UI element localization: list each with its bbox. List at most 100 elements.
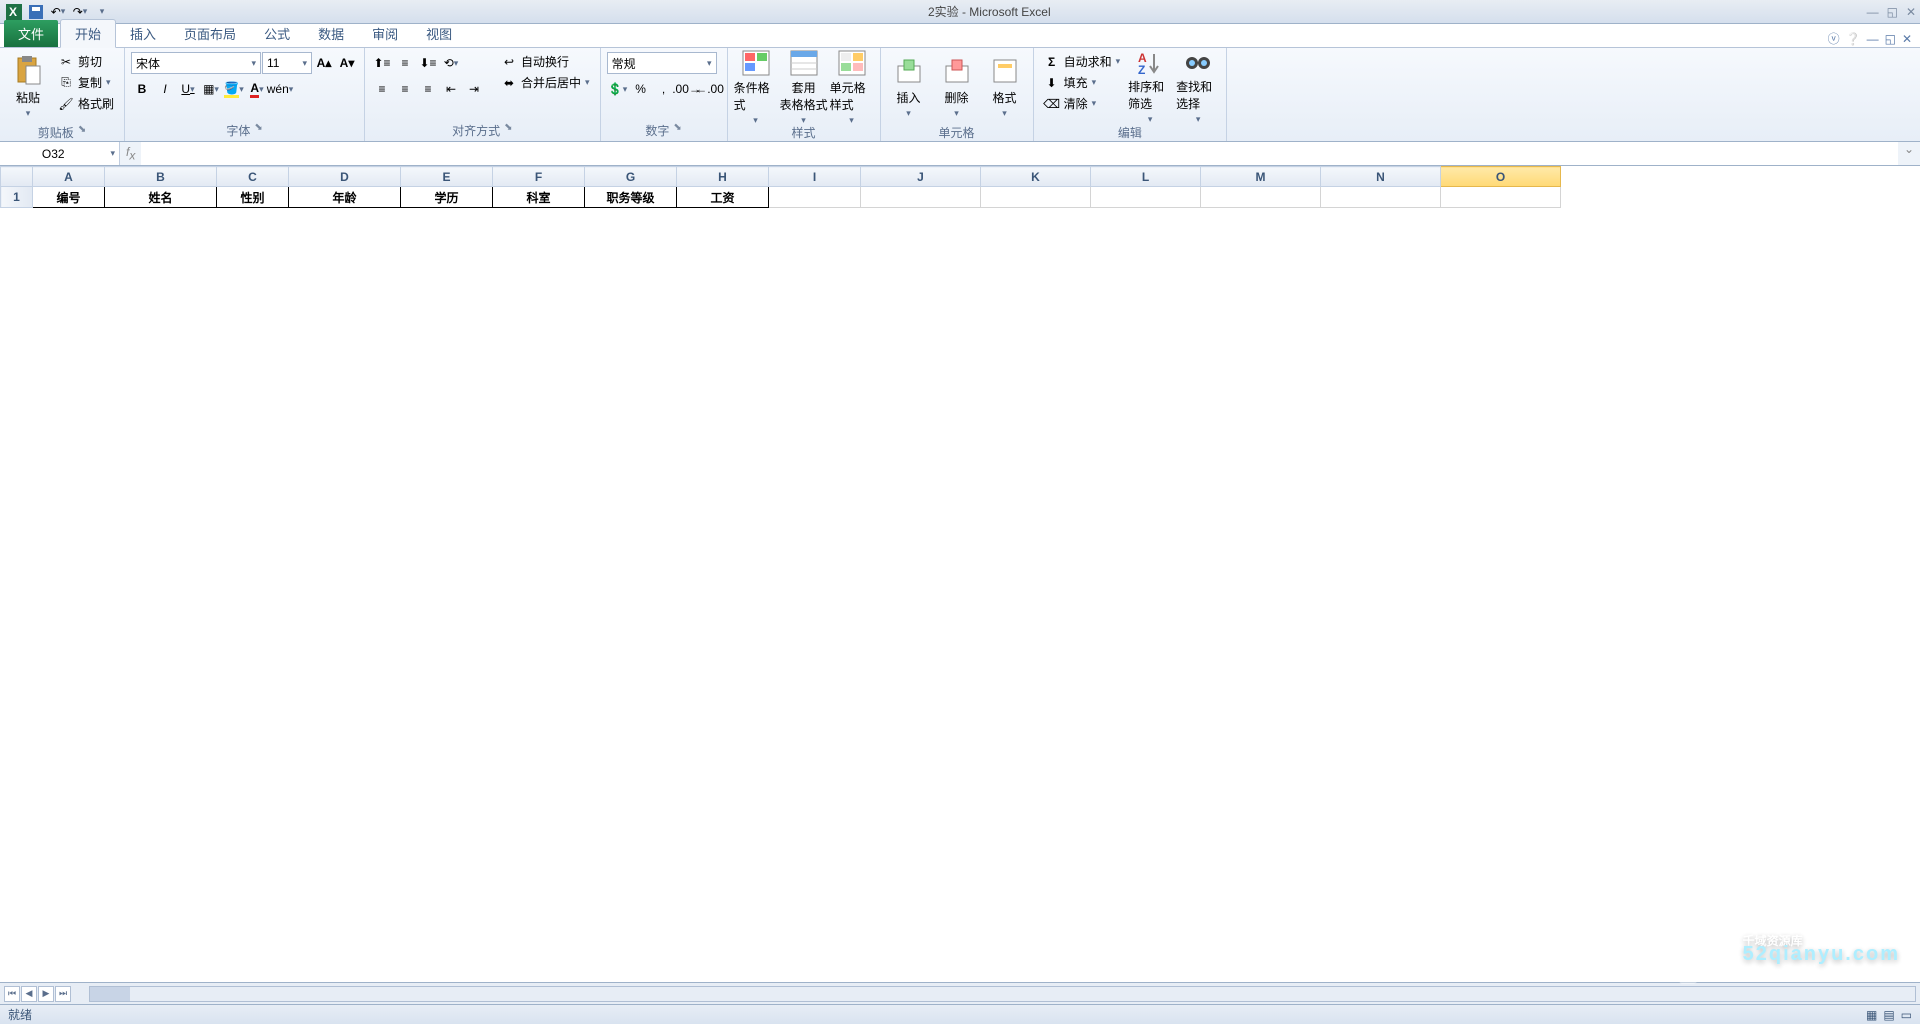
column-header[interactable]: J xyxy=(861,167,981,187)
sort-filter-button[interactable]: AZ排序和筛选▾ xyxy=(1128,52,1172,122)
currency-icon[interactable]: 💲▾ xyxy=(607,78,629,100)
column-header[interactable]: K xyxy=(981,167,1091,187)
font-launcher-icon[interactable]: ⬊ xyxy=(254,122,262,139)
copy-button[interactable]: ⎘复制▾ xyxy=(54,73,118,92)
indent-dec-icon[interactable]: ⇤ xyxy=(440,78,462,100)
column-header[interactable]: F xyxy=(493,167,585,187)
font-name-combo[interactable]: ▾ xyxy=(131,52,261,74)
tab-insert[interactable]: 插入 xyxy=(116,20,170,47)
delete-cells-button[interactable]: 删除▾ xyxy=(935,52,979,122)
cell[interactable] xyxy=(1201,187,1321,208)
font-color-button[interactable]: A▾ xyxy=(246,78,268,100)
column-header[interactable]: E xyxy=(401,167,493,187)
table-header-cell[interactable]: 学历 xyxy=(401,187,493,208)
table-header-cell[interactable]: 姓名 xyxy=(105,187,217,208)
align-left-icon[interactable]: ≡ xyxy=(371,78,393,100)
italic-button[interactable]: I xyxy=(154,78,176,100)
column-header[interactable]: B xyxy=(105,167,217,187)
restore-icon[interactable]: ◱ xyxy=(1887,5,1898,19)
tab-nav-prev-icon[interactable]: ◀ xyxy=(21,986,37,1002)
font-size-combo[interactable]: ▾ xyxy=(262,52,312,74)
align-middle-icon[interactable]: ≡ xyxy=(394,52,416,74)
worksheet-grid[interactable]: ABCDEFGHIJKLMNO 1编号姓名性别年龄学历科室职务等级工资 xyxy=(0,166,1920,982)
column-header[interactable]: L xyxy=(1091,167,1201,187)
zoom-controls[interactable]: ▦ ▤ ▭ xyxy=(1866,1008,1912,1022)
window-min-icon[interactable]: ― xyxy=(1867,32,1879,46)
column-header[interactable]: H xyxy=(677,167,769,187)
merge-center-button[interactable]: ⬌合并后居中▾ xyxy=(497,73,594,92)
autosum-button[interactable]: Σ自动求和▾ xyxy=(1040,52,1125,71)
border-button[interactable]: ▦▾ xyxy=(200,78,222,100)
select-all-corner[interactable] xyxy=(1,167,33,187)
tab-home[interactable]: 开始 xyxy=(60,19,116,48)
view-layout-icon[interactable]: ▤ xyxy=(1883,1008,1894,1022)
cell[interactable] xyxy=(981,187,1091,208)
view-pagebreak-icon[interactable]: ▭ xyxy=(1901,1008,1912,1022)
cell-styles-button[interactable]: 单元格样式▾ xyxy=(830,52,874,122)
table-header-cell[interactable]: 职务等级 xyxy=(585,187,677,208)
cell[interactable] xyxy=(1321,187,1441,208)
wrap-text-button[interactable]: ↩自动换行 xyxy=(497,52,594,71)
align-bottom-icon[interactable]: ⬇≡ xyxy=(417,52,439,74)
clear-button[interactable]: ⌫清除▾ xyxy=(1040,94,1125,113)
minimize-icon[interactable]: ― xyxy=(1867,5,1879,19)
align-launcher-icon[interactable]: ⬊ xyxy=(504,122,512,139)
grow-font-icon[interactable]: A▴ xyxy=(313,52,335,74)
window-restore-icon[interactable]: ◱ xyxy=(1885,32,1896,46)
underline-button[interactable]: U▾ xyxy=(177,78,199,100)
expand-formula-icon[interactable]: ⌄ xyxy=(1898,142,1920,165)
column-header[interactable]: D xyxy=(289,167,401,187)
cell[interactable] xyxy=(861,187,981,208)
format-table-button[interactable]: 套用 表格格式▾ xyxy=(782,52,826,122)
phonetic-button[interactable]: wén▾ xyxy=(269,78,291,100)
orientation-icon[interactable]: ⟲▾ xyxy=(440,52,462,74)
align-top-icon[interactable]: ⬆≡ xyxy=(371,52,393,74)
window-close-icon[interactable]: ✕ xyxy=(1902,32,1912,46)
column-header[interactable]: G xyxy=(585,167,677,187)
insert-cells-button[interactable]: 插入▾ xyxy=(887,52,931,122)
tab-layout[interactable]: 页面布局 xyxy=(170,20,250,47)
tab-nav-next-icon[interactable]: ▶ xyxy=(38,986,54,1002)
horizontal-scrollbar[interactable] xyxy=(89,986,1916,1002)
table-header-cell[interactable]: 工资 xyxy=(677,187,769,208)
conditional-format-button[interactable]: 条件格式▾ xyxy=(734,52,778,122)
tab-formula[interactable]: 公式 xyxy=(250,20,304,47)
clipboard-launcher-icon[interactable]: ⬊ xyxy=(78,124,86,141)
tab-review[interactable]: 审阅 xyxy=(358,20,412,47)
save-icon[interactable] xyxy=(26,2,46,22)
align-right-icon[interactable]: ≡ xyxy=(417,78,439,100)
shrink-font-icon[interactable]: A▾ xyxy=(336,52,358,74)
number-format-combo[interactable]: ▾ xyxy=(607,52,717,74)
table-header-cell[interactable]: 年龄 xyxy=(289,187,401,208)
fill-button[interactable]: ⬇填充▾ xyxy=(1040,73,1125,92)
table-header-cell[interactable]: 性别 xyxy=(217,187,289,208)
close-icon[interactable]: ✕ xyxy=(1906,5,1916,19)
cell[interactable] xyxy=(1091,187,1201,208)
ribbon-minimize-icon[interactable]: ⓥ xyxy=(1828,30,1840,47)
row-header[interactable]: 1 xyxy=(1,187,33,208)
table-header-cell[interactable]: 科室 xyxy=(493,187,585,208)
tab-file[interactable]: 文件 xyxy=(4,20,58,47)
name-box[interactable]: ▾ xyxy=(0,142,120,165)
column-header[interactable]: N xyxy=(1321,167,1441,187)
fill-color-button[interactable]: 🪣▾ xyxy=(223,78,245,100)
column-header[interactable]: M xyxy=(1201,167,1321,187)
column-header[interactable]: A xyxy=(33,167,105,187)
dec-decimal-icon[interactable]: ←.00 xyxy=(699,78,721,100)
format-painter-button[interactable]: 🖌格式刷 xyxy=(54,94,118,113)
view-normal-icon[interactable]: ▦ xyxy=(1866,1008,1877,1022)
tab-nav-last-icon[interactable]: ⏭ xyxy=(55,986,71,1002)
cut-button[interactable]: ✂剪切 xyxy=(54,52,118,71)
number-launcher-icon[interactable]: ⬊ xyxy=(673,122,681,139)
indent-inc-icon[interactable]: ⇥ xyxy=(463,78,485,100)
table-header-cell[interactable]: 编号 xyxy=(33,187,105,208)
cell[interactable] xyxy=(769,187,861,208)
column-header[interactable]: I xyxy=(769,167,861,187)
tab-data[interactable]: 数据 xyxy=(304,20,358,47)
cell[interactable] xyxy=(1441,187,1561,208)
bold-button[interactable]: B xyxy=(131,78,153,100)
tab-nav-first-icon[interactable]: ⏮ xyxy=(4,986,20,1002)
column-header[interactable]: O xyxy=(1441,167,1561,187)
column-header[interactable]: C xyxy=(217,167,289,187)
formula-input[interactable] xyxy=(141,142,1898,165)
